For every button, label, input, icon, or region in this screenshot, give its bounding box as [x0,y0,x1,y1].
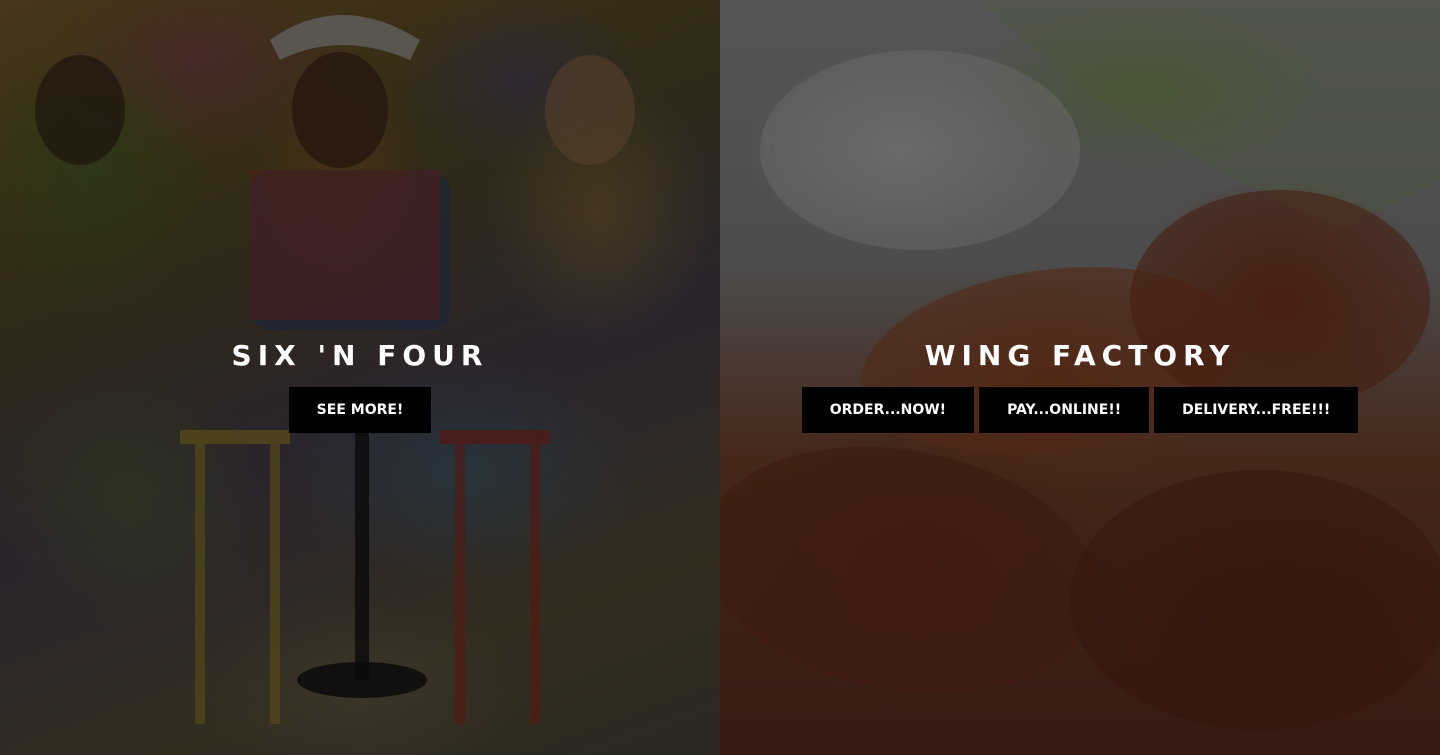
six-n-four-panel[interactable]: SIX 'N FOUR SEE MORE! [0,0,720,755]
split-landing: SIX 'N FOUR SEE MORE! WING FACTORY ORDER… [0,0,1440,755]
wing-factory-title: WING FACTORY [924,339,1236,372]
wing-factory-button-row: ORDER...NOW! PAY...ONLINE!! DELIVERY...F… [801,387,1359,433]
wing-factory-panel[interactable]: WING FACTORY ORDER...NOW! PAY...ONLINE!!… [720,0,1440,755]
wing-factory-content: WING FACTORY ORDER...NOW! PAY...ONLINE!!… [720,338,1440,433]
delivery-free-button[interactable]: DELIVERY...FREE!!! [1154,387,1359,433]
order-now-button[interactable]: ORDER...NOW! [801,387,975,433]
see-more-button[interactable]: SEE MORE! [288,387,432,433]
six-n-four-title: SIX 'N FOUR [231,339,489,372]
pay-online-button[interactable]: PAY...ONLINE!! [979,387,1150,433]
six-n-four-content: SIX 'N FOUR SEE MORE! [0,338,720,433]
six-n-four-button-row: SEE MORE! [288,387,432,433]
